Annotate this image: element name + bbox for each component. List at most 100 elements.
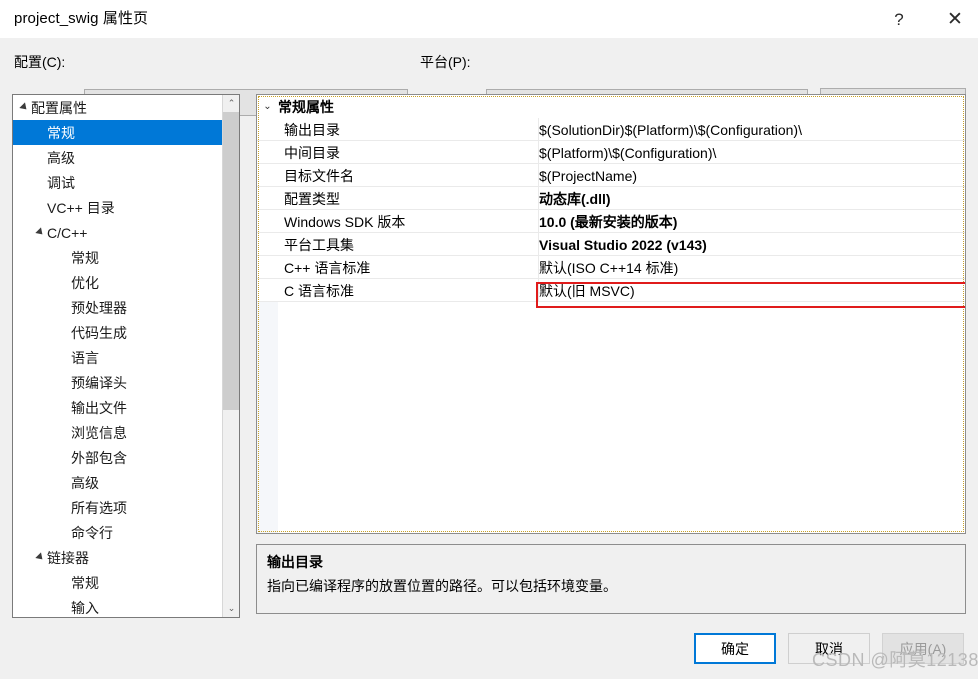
sidebar-item-label: 常规 <box>71 574 99 591</box>
sidebar-item-6[interactable]: 常规 <box>13 245 222 270</box>
apply-button[interactable]: 应用(A) <box>882 633 964 664</box>
sidebar-item-0[interactable]: 配置属性 <box>13 95 222 120</box>
expander-triangle-icon[interactable] <box>19 95 31 120</box>
property-value[interactable]: 10.0 (最新安装的版本) <box>539 210 963 233</box>
tree-scrollbar[interactable]: ⌃ ⌄ <box>222 95 239 617</box>
description-body: 指向已编译程序的放置位置的路径。可以包括环境变量。 <box>267 578 617 594</box>
property-name: 配置类型 <box>284 190 340 207</box>
property-tree: 配置属性 常规 高级 调试 VC++ 目录 C/C++ 常规 优化 预处理器 代码生成 语言 预编译头… <box>13 95 222 617</box>
property-value[interactable]: $(SolutionDir)$(Platform)\$(Configuratio… <box>539 118 963 141</box>
sidebar-item-label: 命令行 <box>71 524 113 541</box>
property-row[interactable]: 平台工具集 Visual Studio 2022 (v143) <box>257 233 965 256</box>
sidebar-item-5[interactable]: C/C++ <box>13 220 222 245</box>
close-button[interactable]: ✕ <box>932 0 978 38</box>
sidebar-item-17[interactable]: 命令行 <box>13 520 222 545</box>
sidebar-item-label: 输出文件 <box>71 399 127 416</box>
property-row[interactable]: C++ 语言标准 默认(ISO C++14 标准) <box>257 256 965 279</box>
property-value[interactable]: $(Platform)\$(Configuration)\ <box>539 141 963 164</box>
description-title: 输出目录 <box>267 554 323 570</box>
property-value[interactable]: 默认(旧 MSVC) <box>539 279 963 302</box>
property-value[interactable]: 动态库(.dll) <box>539 187 963 210</box>
scrollbar-thumb[interactable] <box>223 112 239 410</box>
sidebar-item-19[interactable]: 常规 <box>13 570 222 595</box>
sidebar-item-10[interactable]: 语言 <box>13 345 222 370</box>
sidebar-item-label: 高级 <box>47 149 75 166</box>
sidebar-item-15[interactable]: 高级 <box>13 470 222 495</box>
sidebar-item-16[interactable]: 所有选项 <box>13 495 222 520</box>
sidebar-item-12[interactable]: 输出文件 <box>13 395 222 420</box>
sidebar-item-label: 语言 <box>71 349 99 366</box>
sidebar-item-label: 代码生成 <box>71 324 127 341</box>
sidebar-item-20[interactable]: 输入 <box>13 595 222 617</box>
sidebar-item-label: 链接器 <box>47 549 89 566</box>
property-row[interactable]: Windows SDK 版本 10.0 (最新安装的版本) <box>257 210 965 233</box>
sidebar-item-2[interactable]: 高级 <box>13 145 222 170</box>
property-value[interactable]: 默认(ISO C++14 标准) <box>539 256 963 279</box>
sidebar-item-4[interactable]: VC++ 目录 <box>13 195 222 220</box>
property-row[interactable]: 目标文件名 $(ProjectName) <box>257 164 965 187</box>
close-icon: ✕ <box>947 8 963 30</box>
sidebar-item-label: C/C++ <box>47 224 88 241</box>
scroll-down-icon[interactable]: ⌄ <box>223 600 239 617</box>
property-row[interactable]: 输出目录 $(SolutionDir)$(Platform)\$(Configur… <box>257 118 965 141</box>
property-row[interactable]: C 语言标准 默认(旧 MSVC) <box>257 279 965 302</box>
sidebar-item-13[interactable]: 浏览信息 <box>13 420 222 445</box>
help-icon: ? <box>894 9 904 29</box>
page-title: project_swig 属性页 <box>14 10 149 27</box>
platform-label: 平台(P): <box>420 54 471 70</box>
property-row[interactable]: 中间目录 $(Platform)\$(Configuration)\ <box>257 141 965 164</box>
sidebar-item-label: 配置属性 <box>31 99 87 116</box>
property-value[interactable]: $(ProjectName) <box>539 164 963 187</box>
sidebar-item-label: 高级 <box>71 474 99 491</box>
sidebar-item-label: 调试 <box>47 174 75 191</box>
configuration-label: 配置(C): <box>14 54 66 70</box>
title-bar: project_swig 属性页 ? ✕ <box>0 0 978 38</box>
sidebar-item-9[interactable]: 代码生成 <box>13 320 222 345</box>
sidebar-item-label: 外部包含 <box>71 449 127 466</box>
property-name: C++ 语言标准 <box>284 259 371 276</box>
sidebar-item-3[interactable]: 调试 <box>13 170 222 195</box>
property-name: 中间目录 <box>284 144 340 161</box>
grid-category-row[interactable]: ⌄ 常规属性 <box>257 95 965 118</box>
ok-button[interactable]: 确定 <box>694 633 776 664</box>
sidebar-item-8[interactable]: 预处理器 <box>13 295 222 320</box>
sidebar-item-label: 输入 <box>71 599 99 616</box>
property-name: C 语言标准 <box>284 282 354 299</box>
property-row[interactable]: 配置类型 动态库(.dll) <box>257 187 965 210</box>
chevron-down-icon[interactable]: ⌄ <box>257 101 278 112</box>
sidebar-item-14[interactable]: 外部包含 <box>13 445 222 470</box>
configuration-bar: 配置(C): Release ⌄ 平台(P): x64 ⌄ 配置管理器(O)..… <box>0 38 978 117</box>
sidebar-item-label: 常规 <box>71 249 99 266</box>
property-pages-dialog: project_swig 属性页 ? ✕ 配置(C): Release ⌄ 平台… <box>0 0 978 679</box>
scroll-up-icon[interactable]: ⌃ <box>223 95 239 112</box>
expander-triangle-icon[interactable] <box>35 545 47 570</box>
expander-triangle-icon[interactable] <box>35 220 47 245</box>
sidebar-item-11[interactable]: 预编译头 <box>13 370 222 395</box>
sidebar-item-7[interactable]: 优化 <box>13 270 222 295</box>
sidebar-item-18[interactable]: 链接器 <box>13 545 222 570</box>
property-name: 输出目录 <box>284 121 340 138</box>
property-name: Windows SDK 版本 <box>284 213 406 230</box>
property-tree-panel: 配置属性 常规 高级 调试 VC++ 目录 C/C++ 常规 优化 预处理器 代码生成 语言 预编译头… <box>12 94 240 618</box>
property-grid: ⌄ 常规属性 输出目录 $(SolutionDir)$(Platform)\$(C… <box>256 94 966 534</box>
cancel-button[interactable]: 取消 <box>788 633 870 664</box>
sidebar-item-label: 优化 <box>71 274 99 291</box>
sidebar-item-1[interactable]: 常规 <box>13 120 222 145</box>
property-value[interactable]: Visual Studio 2022 (v143) <box>539 233 963 256</box>
sidebar-item-label: 常规 <box>47 124 75 141</box>
help-button[interactable]: ? <box>876 0 922 38</box>
sidebar-item-label: VC++ 目录 <box>47 199 115 216</box>
description-pane: 输出目录 指向已编译程序的放置位置的路径。可以包括环境变量。 <box>256 544 966 614</box>
